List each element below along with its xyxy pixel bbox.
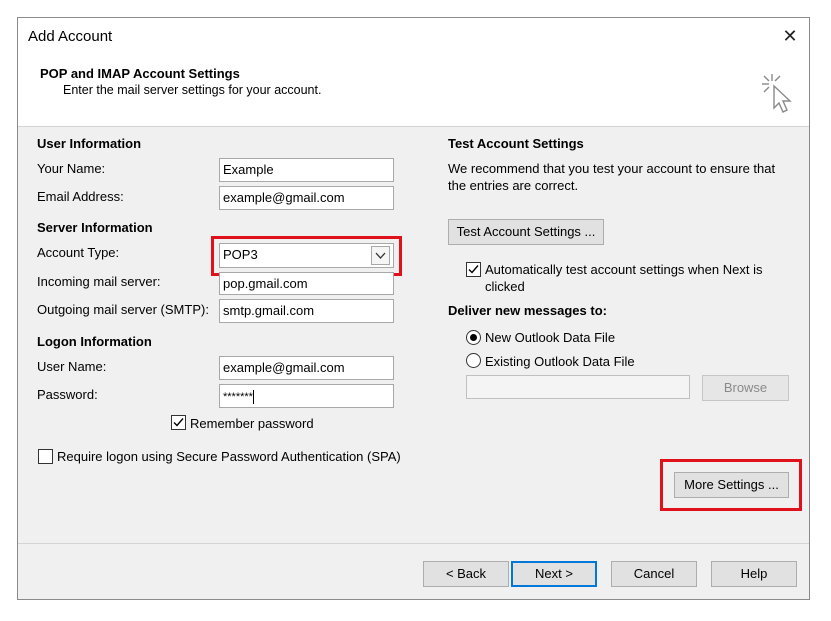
password-label: Password: (37, 387, 98, 402)
server-information-heading: Server Information (37, 220, 153, 235)
add-account-dialog: Add Account ✕ POP and IMAP Account Setti… (17, 17, 810, 600)
outgoing-server-input[interactable]: smtp.gmail.com (219, 299, 394, 323)
checkmark-icon (173, 418, 184, 427)
incoming-server-label: Incoming mail server: (37, 274, 161, 289)
test-settings-description-line1: We recommend that you test your account … (448, 161, 776, 176)
password-input[interactable]: ******* (219, 384, 394, 408)
more-settings-button[interactable]: More Settings ... (674, 472, 789, 498)
new-data-file-radio[interactable] (466, 330, 481, 345)
email-address-label: Email Address: (37, 189, 124, 204)
your-name-input[interactable]: Example (219, 158, 394, 182)
account-type-select[interactable]: POP3 (219, 243, 394, 268)
title-bar: Add Account ✕ (18, 18, 809, 54)
deliver-messages-heading: Deliver new messages to: (448, 303, 607, 318)
chevron-down-icon[interactable] (371, 246, 390, 265)
new-data-file-label: New Outlook Data File (485, 330, 616, 345)
dialog-header: POP and IMAP Account Settings Enter the … (18, 54, 809, 127)
help-button[interactable]: Help (711, 561, 797, 587)
existing-data-file-path-input[interactable] (466, 375, 690, 399)
outgoing-server-label: Outgoing mail server (SMTP): (37, 302, 209, 317)
checkmark-icon (468, 265, 479, 274)
text-cursor (252, 390, 254, 404)
test-account-settings-button[interactable]: Test Account Settings ... (448, 219, 604, 245)
logon-information-heading: Logon Information (37, 334, 152, 349)
cancel-button[interactable]: Cancel (611, 561, 697, 587)
test-settings-heading: Test Account Settings (448, 136, 584, 151)
existing-data-file-label: Existing Outlook Data File (485, 354, 635, 369)
back-button[interactable]: < Back (423, 561, 509, 587)
email-address-input[interactable]: example@gmail.com (219, 186, 394, 210)
next-button[interactable]: Next > (511, 561, 597, 587)
remember-password-label: Remember password (190, 416, 314, 431)
auto-test-label-line1: Automatically test account settings when… (485, 262, 763, 277)
incoming-server-input[interactable]: pop.gmail.com (219, 272, 394, 295)
account-type-label: Account Type: (37, 245, 120, 260)
existing-data-file-radio[interactable] (466, 353, 481, 368)
browse-button[interactable]: Browse (702, 375, 789, 401)
spa-label: Require logon using Secure Password Auth… (57, 449, 401, 464)
user-name-input[interactable]: example@gmail.com (219, 356, 394, 380)
window-title: Add Account (28, 28, 113, 45)
wizard-cursor-icon (762, 74, 792, 113)
remember-password-checkbox[interactable] (171, 415, 186, 430)
account-type-value: POP3 (223, 247, 258, 262)
auto-test-label-line2: clicked (485, 279, 525, 294)
user-name-label: User Name: (37, 359, 107, 374)
footer-divider (18, 543, 809, 544)
spa-checkbox[interactable] (38, 449, 53, 464)
header-title: POP and IMAP Account Settings (40, 66, 240, 81)
header-subtitle: Enter the mail server settings for your … (63, 83, 322, 97)
user-information-heading: User Information (37, 136, 142, 151)
test-settings-description-line2: the entries are correct. (448, 178, 579, 193)
your-name-label: Your Name: (37, 161, 106, 176)
close-button[interactable]: ✕ (778, 24, 802, 48)
auto-test-checkbox[interactable] (466, 262, 481, 277)
password-value: ******* (223, 390, 253, 403)
